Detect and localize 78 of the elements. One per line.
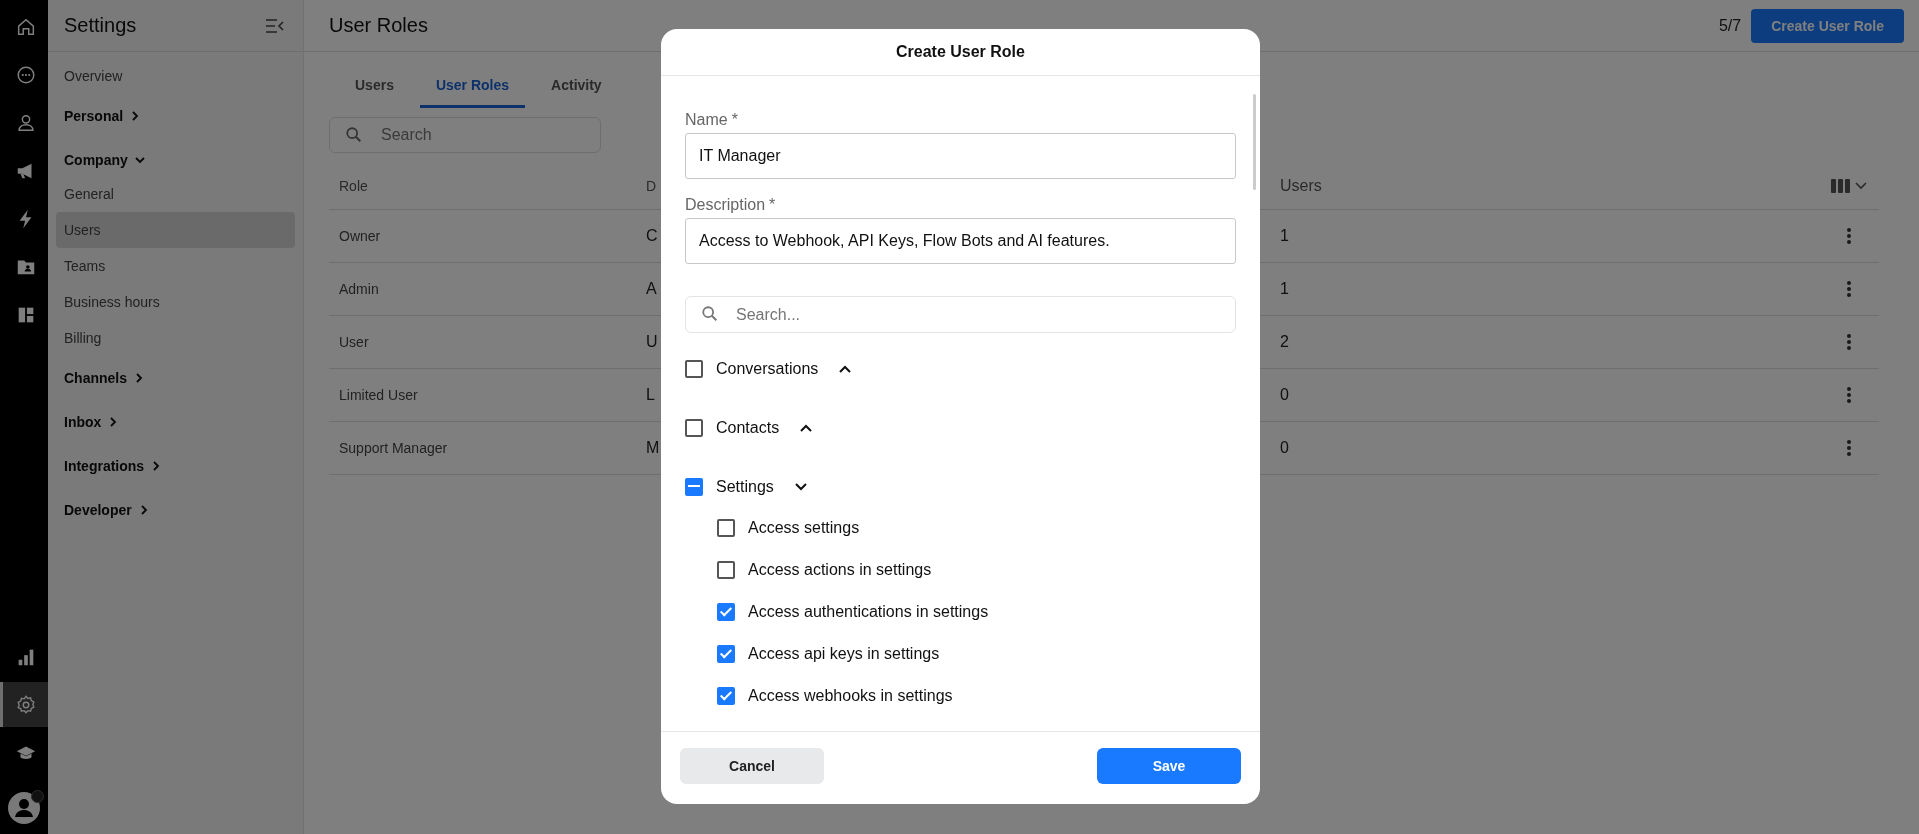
columns-icon[interactable]: [1831, 178, 1867, 194]
table-cell: U: [646, 333, 658, 351]
more-icon[interactable]: [1846, 333, 1852, 351]
table-cell: User: [339, 334, 369, 350]
collapse-menu-icon[interactable]: [265, 17, 285, 34]
checkbox[interactable]: [717, 603, 735, 621]
field-label: Description: [685, 196, 766, 214]
column-header: Role: [339, 178, 368, 194]
table-cell: Owner: [339, 228, 381, 244]
column-header: Users: [1280, 177, 1322, 195]
sidebar-group[interactable]: Inbox: [56, 400, 295, 444]
search-icon: [701, 305, 719, 323]
sidebar-group[interactable]: Integrations: [56, 444, 295, 488]
tab[interactable]: User Roles: [419, 64, 526, 108]
search-field[interactable]: Search: [329, 117, 601, 153]
chevron-right-icon: [133, 372, 145, 384]
sidebar-item[interactable]: Billing: [56, 320, 295, 356]
create-user-role-button[interactable]: Create User Role: [1751, 8, 1904, 43]
checkbox[interactable]: [685, 478, 703, 496]
role-count: 5/7: [1718, 16, 1742, 35]
permission-label: Access settings: [748, 519, 860, 537]
sidebar-item[interactable]: Overview: [56, 58, 295, 94]
table-cell: A: [646, 280, 657, 298]
cancel-button[interactable]: Cancel: [680, 748, 824, 784]
field-label: Name: [685, 111, 728, 129]
more-icon[interactable]: [1846, 280, 1852, 298]
search-icon: [345, 126, 363, 144]
tab[interactable]: Users: [339, 64, 410, 108]
input-field[interactable]: IT Manager: [685, 133, 1236, 179]
tab[interactable]: Activity: [535, 64, 618, 108]
input-field[interactable]: Access to Webhook, API Keys, Flow Bots and AI features.: [685, 218, 1236, 264]
permission-label: Access authentications in settings: [748, 603, 989, 621]
settings-icon[interactable]: [0, 682, 48, 727]
more-icon[interactable]: [1846, 439, 1852, 457]
more-icon[interactable]: [1846, 386, 1852, 404]
save-button[interactable]: Save: [1097, 748, 1241, 784]
sidebar-group[interactable]: Personal: [56, 94, 295, 138]
sidebar-group[interactable]: Developer: [56, 488, 295, 532]
checkbox[interactable]: [717, 645, 735, 663]
checkbox[interactable]: [685, 419, 703, 437]
more-icon[interactable]: [1846, 227, 1852, 245]
table-cell: Limited User: [339, 387, 418, 403]
permission-group-label: Settings: [716, 478, 774, 496]
sidebar-group[interactable]: Channels: [56, 356, 295, 400]
table-cell: 0: [1280, 439, 1289, 457]
checkbox[interactable]: [717, 561, 735, 579]
sidebar-title: Settings: [64, 14, 137, 37]
permission-group-label: Conversations: [716, 360, 819, 378]
scrollbar[interactable]: [1253, 94, 1256, 190]
table-cell: L: [646, 386, 655, 404]
page-title: User Roles: [329, 14, 428, 37]
sidebar-item[interactable]: Teams: [56, 248, 295, 284]
table-cell: M: [646, 439, 660, 457]
table-cell: 2: [1280, 333, 1289, 351]
checkbox[interactable]: [717, 519, 735, 537]
permission-label: Access api keys in settings: [748, 645, 940, 663]
table-cell: C: [646, 227, 658, 245]
table-cell: Support Manager: [339, 440, 448, 456]
required-mark: *: [769, 196, 776, 214]
required-mark: *: [731, 111, 738, 129]
chevron-down-icon[interactable]: [793, 482, 808, 492]
table-cell: 1: [1280, 280, 1289, 298]
chevron-down-icon: [133, 154, 146, 166]
checkbox[interactable]: [717, 687, 735, 705]
permission-label: Access actions in settings: [748, 561, 932, 579]
dialog-title: Create User Role: [896, 43, 1025, 61]
sidebar-item[interactable]: Business hours: [56, 284, 295, 320]
table-cell: 0: [1280, 386, 1289, 404]
permission-label: Access webhooks in settings: [748, 687, 953, 705]
column-header: D: [646, 178, 657, 194]
table-cell: 1: [1280, 227, 1289, 245]
search-field[interactable]: Search...: [685, 296, 1236, 333]
chevron-up-icon[interactable]: [799, 423, 814, 433]
sidebar-item[interactable]: Users: [56, 212, 295, 248]
checkbox[interactable]: [685, 360, 703, 378]
chevron-up-icon[interactable]: [838, 364, 853, 374]
table-cell: Admin: [339, 281, 379, 297]
permission-group-label: Contacts: [716, 419, 780, 437]
